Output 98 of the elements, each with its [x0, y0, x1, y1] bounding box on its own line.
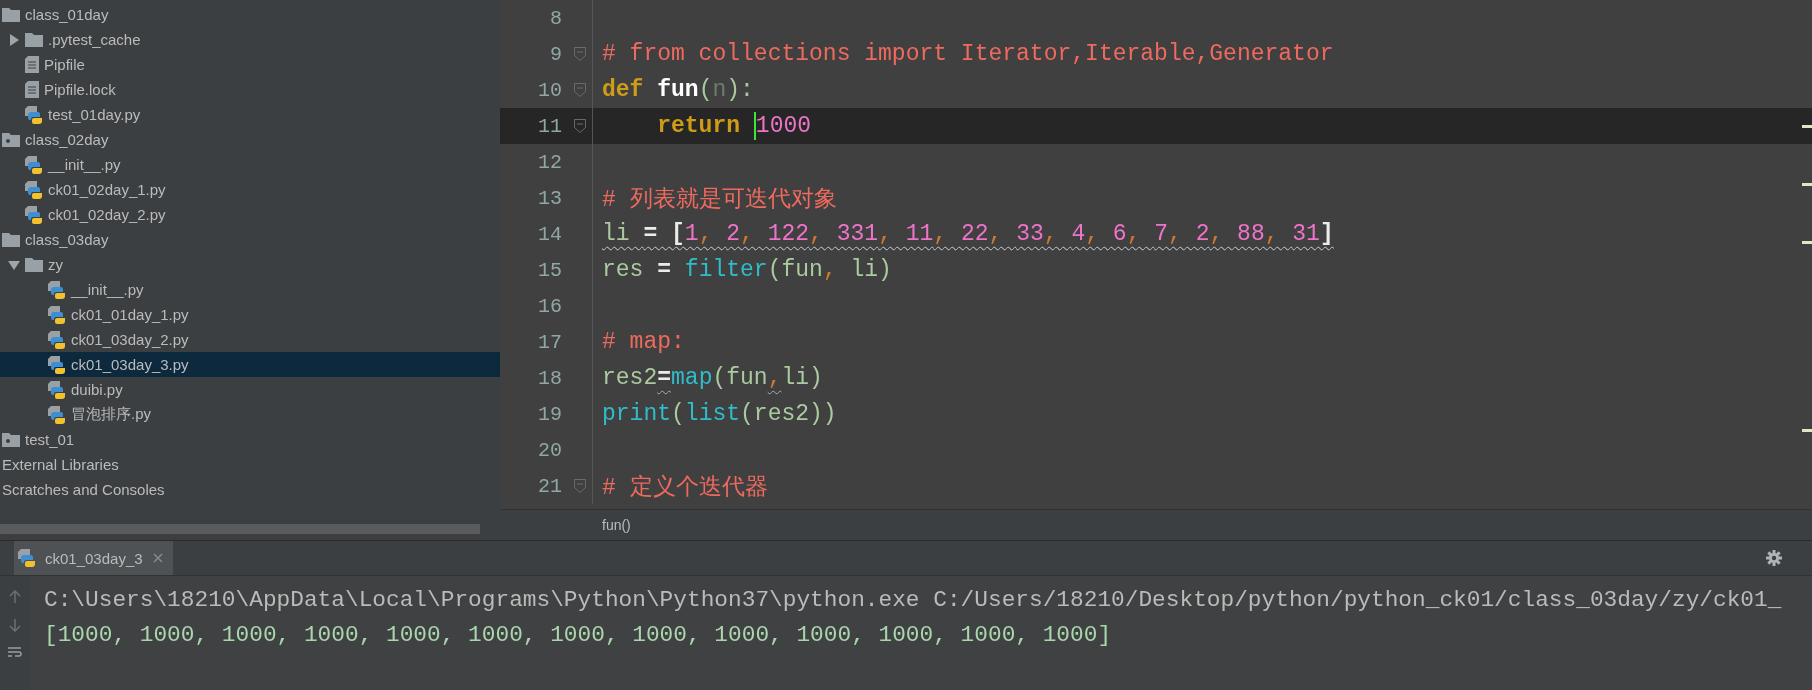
line-number: 14	[537, 222, 562, 246]
folder-icon	[2, 7, 20, 22]
python-file-icon	[25, 155, 43, 174]
tree-label: ck01_03day_2.py	[71, 331, 189, 348]
tree-item[interactable]: class_01day	[0, 2, 500, 27]
breadcrumb[interactable]: fun()	[602, 517, 631, 533]
code-line: # map:	[602, 329, 685, 355]
python-file-icon	[48, 405, 66, 424]
folder-icon	[25, 257, 43, 272]
soft-wrap-icon[interactable]	[8, 646, 22, 658]
code-line: # from collections import Iterator,Iterable,Generator	[602, 41, 1334, 67]
tree-label: test_01day.py	[48, 106, 141, 123]
tree-label: zy	[48, 256, 63, 273]
fold-icon[interactable]	[574, 83, 586, 97]
python-file-icon	[48, 280, 66, 299]
tree-label: __init__.py	[48, 156, 121, 173]
tree-item[interactable]: ck01_03day_3.py	[0, 352, 500, 377]
tree-item[interactable]: ck01_02day_2.py	[0, 202, 500, 227]
line-number: 13	[537, 186, 562, 210]
text-caret	[753, 112, 756, 140]
folder-icon	[25, 32, 43, 47]
tree-label: ck01_03day_3.py	[71, 356, 189, 373]
line-number: 19	[537, 402, 562, 426]
tree-label: class_03day	[25, 231, 109, 248]
tree-label: ck01_02day_2.py	[48, 206, 166, 223]
code-line: def fun(n):	[602, 77, 754, 103]
code-line: li = [1, 2, 122, 331, 11, 22, 33, 4, 6, 7, 2, 88, 31]	[602, 221, 1334, 247]
up-arrow-icon[interactable]	[9, 590, 21, 604]
down-arrow-icon[interactable]	[9, 618, 21, 632]
python-file-icon	[25, 180, 43, 199]
tree-item[interactable]: Scratches and Consoles	[0, 477, 500, 502]
tree-label: class_01day	[25, 6, 109, 23]
line-number: 9	[549, 42, 562, 66]
python-file-icon	[48, 330, 66, 349]
console-output-line: [1000, 1000, 1000, 1000, 1000, 1000, 1000, 1000, 1000, 1000, 1000, 1000, 1000]	[44, 621, 1112, 648]
tree-label: External Libraries	[2, 456, 119, 473]
tree-item[interactable]: class_03day	[0, 227, 500, 252]
code-line: # 列表就是可迭代对象	[602, 185, 837, 214]
expand-arrow-icon[interactable]	[7, 33, 20, 46]
python-file-icon	[25, 105, 43, 124]
fold-icon[interactable]	[574, 119, 586, 133]
tree-label: Pipfile.lock	[44, 81, 116, 98]
tree-item[interactable]: class_02day	[0, 127, 500, 152]
tree-item[interactable]: test_01	[0, 427, 500, 452]
tree-item[interactable]: ck01_02day_1.py	[0, 177, 500, 202]
scrollbar[interactable]	[0, 524, 480, 534]
tree-item[interactable]: External Libraries	[0, 452, 500, 477]
code-line: res = filter(fun, li)	[602, 257, 892, 283]
tree-item[interactable]: test_01day.py	[0, 102, 500, 127]
line-number: 8	[549, 6, 562, 30]
tree-label: Scratches and Consoles	[2, 481, 165, 498]
tree-label: ck01_01day_1.py	[71, 306, 189, 323]
line-number: 18	[537, 366, 562, 390]
python-file-icon	[48, 380, 66, 399]
python-icon	[18, 549, 36, 567]
fold-icon[interactable]	[574, 479, 586, 493]
console-output-line: C:\Users\18210\AppData\Local\Programs\Python\Python37\python.exe C:/Users/18210/Desktop/python/python_ck01/class_03day/zy/ck01_	[44, 586, 1782, 613]
settings-icon[interactable]	[1766, 550, 1782, 566]
tree-item[interactable]: .pytest_cache	[0, 27, 500, 52]
python-file-icon	[25, 205, 43, 224]
tree-label: ck01_02day_1.py	[48, 181, 166, 198]
python-file-icon	[48, 305, 66, 324]
file-icon	[25, 81, 39, 98]
line-number: 12	[537, 150, 562, 174]
tree-label: Pipfile	[44, 56, 85, 73]
tree-label: .pytest_cache	[48, 31, 141, 48]
line-number: 11	[537, 114, 562, 138]
tree-label: class_02day	[25, 131, 109, 148]
line-number: 10	[537, 78, 562, 102]
line-number: 17	[537, 330, 562, 354]
code-line: res2=map(fun,li)	[602, 365, 823, 391]
file-icon	[25, 56, 39, 73]
line-number: 21	[537, 474, 562, 498]
tree-item[interactable]: duibi.py	[0, 377, 500, 402]
line-number: 15	[537, 258, 562, 282]
tree-item[interactable]: ck01_01day_1.py	[0, 302, 500, 327]
tree-item[interactable]: Pipfile	[0, 52, 500, 77]
tree-item[interactable]: zy	[0, 252, 500, 277]
tree-label: duibi.py	[71, 381, 123, 398]
code-line: # 定义个迭代器	[602, 473, 768, 502]
code-line: return 1000	[656, 112, 812, 140]
tree-label: test_01	[25, 431, 75, 448]
tree-item[interactable]: 冒泡排序.py	[0, 402, 500, 427]
line-number: 20	[537, 438, 562, 462]
tree-item[interactable]: __init__.py	[0, 152, 500, 177]
tree-label: 冒泡排序.py	[71, 405, 151, 424]
python-file-icon	[48, 355, 66, 374]
folder-icon	[2, 232, 20, 247]
tree-label: __init__.py	[71, 281, 144, 298]
code-line: print(list(res2))	[602, 401, 837, 427]
tree-item[interactable]: Pipfile.lock	[0, 77, 500, 102]
tree-item[interactable]: ck01_03day_2.py	[0, 327, 500, 352]
close-icon[interactable]	[152, 553, 163, 563]
line-number: 16	[537, 294, 562, 318]
collapse-arrow-icon[interactable]	[7, 258, 20, 271]
run-tab[interactable]: ck01_03day_3	[14, 541, 173, 575]
fold-icon[interactable]	[574, 47, 586, 61]
tree-item[interactable]: __init__.py	[0, 277, 500, 302]
